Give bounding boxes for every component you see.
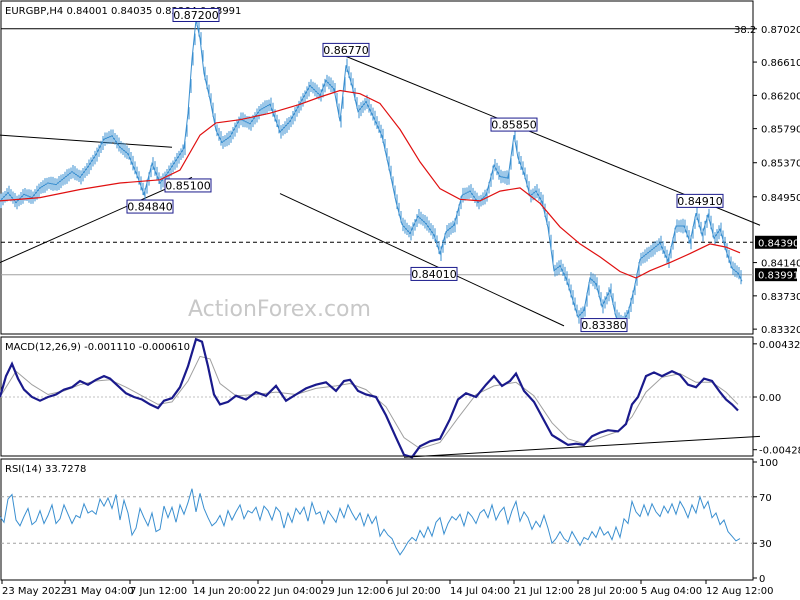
price-tick-label: 0.86610 <box>761 58 800 69</box>
x-tick-label: 22 Jun 04:00 <box>258 586 322 597</box>
right-tag-text: 0.83991 <box>758 271 799 282</box>
x-tick-label: 31 May 04:00 <box>65 586 134 597</box>
rsi-tick-label: 30 <box>759 539 772 550</box>
x-tick-label: 5 Aug 04:00 <box>641 586 702 597</box>
right-tag-text: 0.84390 <box>758 238 799 249</box>
price-label-box: 0.85100 <box>164 178 212 193</box>
price-label-text: 0.83380 <box>581 319 627 332</box>
price-tick-label: 0.86200 <box>761 91 800 102</box>
price-label-box: 0.84910 <box>676 193 724 208</box>
price-label-box: 0.86770 <box>322 42 370 57</box>
chart-canvas: EURGBP,H4 0.84001 0.84035 0.83864 0.8399… <box>0 0 800 600</box>
price-label-text: 0.84910 <box>677 195 723 208</box>
price-label-text: 0.85850 <box>491 119 537 132</box>
macd-header: MACD(12,26,9) -0.001110 -0.000610 <box>5 342 190 353</box>
fib-label: 38.2 <box>734 25 756 36</box>
right-price-tag: 0.83991 <box>755 268 799 282</box>
chart-background <box>0 0 800 600</box>
price-label-box: 0.84840 <box>126 199 174 214</box>
price-label-text: 0.87200 <box>173 9 219 22</box>
price-tick-label: 0.85790 <box>761 125 800 136</box>
price-label-text: 0.84840 <box>127 201 173 214</box>
price-label-box: 0.85850 <box>490 117 538 132</box>
x-tick-label: 28 Jul 20:00 <box>578 586 638 597</box>
x-tick-label: 12 Aug 12:00 <box>706 586 773 597</box>
macd-tick-label: 0.00 <box>759 393 781 404</box>
price-label-box: 0.84010 <box>410 266 458 281</box>
price-label-text: 0.85100 <box>165 179 211 192</box>
rsi-tick-label: 70 <box>759 493 772 504</box>
rsi-tick-label: 100 <box>759 458 778 469</box>
macd-tick-label: 0.004325 <box>759 340 800 351</box>
price-tick-label: 0.84950 <box>761 193 800 204</box>
price-tick-label: 0.83320 <box>761 325 800 336</box>
price-tick-label: 0.85370 <box>761 159 800 170</box>
watermark: ActionForex.com <box>188 297 371 322</box>
x-tick-label: 21 Jul 12:00 <box>514 586 574 597</box>
price-label-text: 0.86770 <box>323 44 369 57</box>
macd-tick-label: -0.004288 <box>759 446 800 457</box>
x-tick-label: 14 Jun 20:00 <box>193 586 257 597</box>
x-tick-label: 23 May 2022 <box>2 586 67 597</box>
price-label-box: 0.83380 <box>580 318 628 333</box>
x-tick-label: 14 Jul 04:00 <box>450 586 510 597</box>
right-price-tag: 0.84390 <box>755 235 799 249</box>
price-tick-label: 0.83730 <box>761 292 800 303</box>
rsi-header: RSI(14) 33.7278 <box>5 464 86 475</box>
x-tick-label: 29 Jun 12:00 <box>322 586 386 597</box>
x-tick-label: 6 Jul 20:00 <box>387 586 441 597</box>
rsi-tick-label: 0 <box>759 574 765 585</box>
price-label-text: 0.84010 <box>411 268 457 281</box>
x-tick-label: 7 Jun 12:00 <box>130 586 187 597</box>
price-tick-label: 0.84140 <box>761 259 800 270</box>
price-label-box: 0.87200 <box>172 7 220 22</box>
price-tick-label: 0.87020 <box>761 25 800 36</box>
